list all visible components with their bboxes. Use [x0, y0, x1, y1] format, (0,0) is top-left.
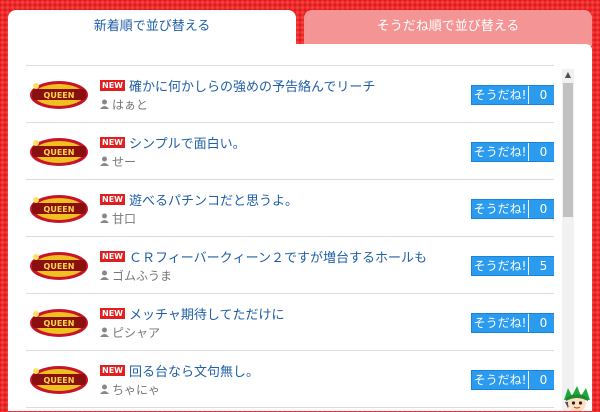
queen-logo-icon[interactable]: QUEEN	[28, 134, 90, 168]
new-badge: NEW	[100, 364, 125, 376]
post-author: ゴムふうま	[100, 267, 172, 283]
post-panel: QUEEN NEW 確かに何かしらの強めの予告絡んでリーチ はぁと そうだね! …	[8, 44, 592, 411]
like-count: 0	[539, 316, 548, 330]
user-icon	[100, 99, 109, 109]
post-title-link[interactable]: 遊べるパチンコだと思うよ。	[129, 190, 298, 209]
like-button[interactable]: そうだね! 0	[471, 199, 554, 219]
svg-text:QUEEN: QUEEN	[44, 91, 75, 100]
like-button[interactable]: そうだね! 0	[471, 85, 554, 105]
post-author: 甘口	[100, 210, 136, 226]
post-list: QUEEN NEW 確かに何かしらの強めの予告絡んでリーチ はぁと そうだね! …	[26, 65, 554, 412]
like-label: そうだね!	[472, 314, 529, 332]
list-item: QUEEN NEW 回る台なら文句無し。 ちゃにゃ そうだね! 0	[26, 351, 554, 408]
list-item: QUEEN NEW メッチャ期待してただけに ピシャア そうだね! 0	[26, 294, 554, 351]
new-badge: NEW	[100, 193, 125, 205]
like-label: そうだね!	[472, 257, 529, 275]
scrollbar-thumb[interactable]	[563, 83, 573, 217]
like-button[interactable]: そうだね! 5	[471, 256, 554, 276]
post-title-link[interactable]: 回る台なら文句無し。	[129, 361, 259, 380]
like-count: 5	[539, 259, 548, 273]
new-badge: NEW	[100, 79, 125, 91]
post-title-link[interactable]: メッチャ期待してただけに	[129, 304, 284, 323]
queen-logo-icon[interactable]: QUEEN	[28, 305, 90, 339]
post-author: ピシャア	[100, 324, 160, 340]
new-badge: NEW	[100, 136, 125, 148]
post-title-line: NEW シンプルで面白い。	[100, 133, 246, 152]
post-title-line: NEW 回る台なら文句無し。	[100, 361, 259, 380]
list-item: QUEEN NEW シンプルで面白い。 せー そうだね! 0	[26, 123, 554, 180]
post-title-line: NEW 遊べるパチンコだと思うよ。	[100, 190, 298, 209]
list-item: QUEEN NEW 遊べるパチンコだと思うよ。 甘口 そうだね! 0	[26, 180, 554, 237]
list-item: QUEEN NEW ＣＲフィーバークィーン２ですが増台するホールも ゴムふうま …	[26, 237, 554, 294]
user-icon	[100, 270, 109, 280]
user-icon	[100, 213, 109, 223]
like-label: そうだね!	[472, 86, 529, 104]
list-scrollbar[interactable]: ▲ ▼	[562, 69, 574, 411]
author-name: 甘口	[112, 211, 137, 226]
svg-text:QUEEN: QUEEN	[44, 262, 75, 271]
like-count: 0	[539, 373, 548, 387]
sort-tabs: 新着順で並び替える そうだね順で並び替える	[8, 10, 592, 46]
scroll-up-arrow-icon[interactable]: ▲	[562, 69, 574, 81]
queen-logo-icon[interactable]: QUEEN	[28, 191, 90, 225]
queen-logo-icon[interactable]: QUEEN	[28, 362, 90, 396]
svg-text:QUEEN: QUEEN	[44, 376, 75, 385]
like-count: 0	[539, 88, 548, 102]
user-icon	[100, 156, 109, 166]
post-title-line: NEW メッチャ期待してただけに	[100, 304, 284, 323]
svg-text:QUEEN: QUEEN	[44, 148, 75, 157]
svg-text:QUEEN: QUEEN	[44, 205, 75, 214]
author-name: ちゃにゃ	[112, 382, 161, 397]
post-title-link[interactable]: ＣＲフィーバークィーン２ですが増台するホールも	[129, 247, 427, 266]
new-badge: NEW	[100, 307, 125, 319]
like-button[interactable]: そうだね! 0	[471, 370, 554, 390]
like-count: 0	[539, 202, 548, 216]
user-icon	[100, 327, 109, 337]
queen-logo-icon[interactable]: QUEEN	[28, 248, 90, 282]
author-name: ゴムふうま	[112, 268, 173, 283]
post-author: ちゃにゃ	[100, 381, 160, 397]
post-title-link[interactable]: シンプルで面白い。	[129, 133, 246, 152]
like-button[interactable]: そうだね! 0	[471, 142, 554, 162]
new-badge: NEW	[100, 250, 125, 262]
svg-text:QUEEN: QUEEN	[44, 319, 75, 328]
tab-sort-newest[interactable]: 新着順で並び替える	[8, 10, 296, 46]
like-label: そうだね!	[472, 371, 529, 389]
mascot-icon	[564, 386, 590, 411]
like-count: 0	[539, 145, 548, 159]
like-label: そうだね!	[472, 200, 529, 218]
post-title-line: NEW 確かに何かしらの強めの予告絡んでリーチ	[100, 76, 375, 95]
like-label: そうだね!	[472, 143, 529, 161]
list-item: QUEEN NEW 確かに何かしらの強めの予告絡んでリーチ はぁと そうだね! …	[26, 66, 554, 123]
post-author: はぁと	[100, 96, 148, 112]
post-author: せー	[100, 153, 136, 169]
queen-logo-icon[interactable]: QUEEN	[28, 77, 90, 111]
post-title-line: NEW ＣＲフィーバークィーン２ですが増台するホールも	[100, 247, 427, 266]
post-title-link[interactable]: 確かに何かしらの強めの予告絡んでリーチ	[129, 76, 375, 95]
like-button[interactable]: そうだね! 0	[471, 313, 554, 333]
author-name: ピシャア	[112, 325, 161, 340]
tab-sort-likes[interactable]: そうだね順で並び替える	[304, 10, 592, 46]
user-icon	[100, 384, 109, 394]
author-name: はぁと	[112, 97, 149, 112]
author-name: せー	[112, 154, 137, 169]
